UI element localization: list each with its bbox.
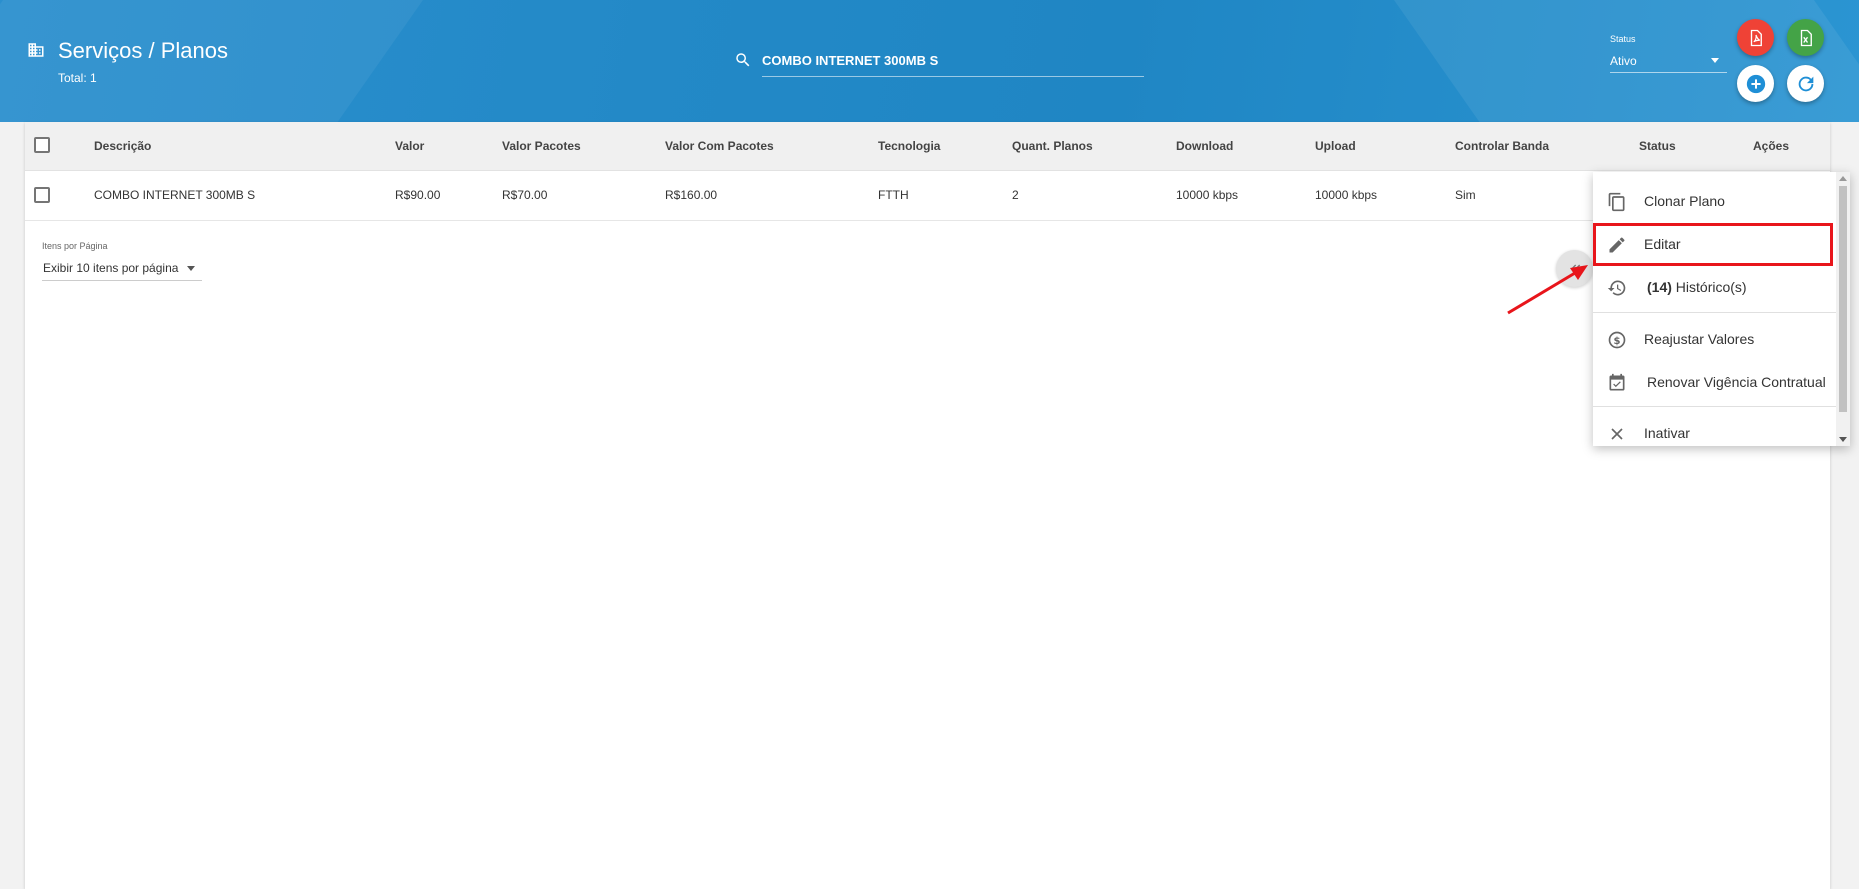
items-per-page-label: Itens por Página [42,241,108,251]
history-text: Histórico(s) [1671,279,1747,295]
add-plan-button[interactable] [1737,65,1774,102]
search-input[interactable] [762,44,1144,77]
dropdown-arrow-icon [1711,58,1719,63]
plans-table-panel: Descrição Valor Valor Pacotes Valor Com … [25,122,1830,889]
menu-clone-plan[interactable]: Clonar Plano [1593,181,1836,221]
calendar-check-icon [1609,373,1625,391]
col-valor-pacotes[interactable]: Valor Pacotes [502,139,581,153]
refresh-icon [1798,76,1813,91]
page-header: Serviços / Planos Total: 1 Status Ativo [0,0,1859,122]
cell-quant-planos: 2 [1012,188,1019,202]
dollar-circle-icon: $ [1608,331,1626,349]
menu-history[interactable]: (14) Histórico(s) [1593,267,1836,307]
scroll-down-icon[interactable] [1839,437,1847,442]
menu-inactivate[interactable]: Inativar [1593,413,1836,446]
cell-valor: R$90.00 [395,188,441,202]
cell-valor-com-pacotes: R$160.00 [665,188,718,202]
history-count: (14) [1647,279,1672,295]
col-descricao[interactable]: Descrição [94,139,151,153]
cell-valor-pacotes: R$70.00 [502,188,548,202]
pdf-icon [1750,29,1762,46]
menu-renew-contract-label: Renovar Vigência Contratual [1647,374,1826,390]
highlight-box [1593,223,1833,266]
row-actions-menu: Clonar Plano Editar (14) Histórico(s) $ … [1593,172,1850,446]
export-excel-button[interactable] [1787,19,1824,56]
menu-adjust-values[interactable]: $ Reajustar Valores [1593,319,1836,359]
cell-upload: 10000 kbps [1315,188,1378,202]
cell-tecnologia: FTTH [878,188,909,202]
copy-icon [1608,192,1625,212]
menu-adjust-values-label: Reajustar Valores [1644,331,1755,347]
page-title: Serviços / Planos [58,38,228,63]
table-header: Descrição Valor Valor Pacotes Valor Com … [25,122,1830,171]
scroll-up-icon[interactable] [1839,176,1847,181]
table-row[interactable]: COMBO INTERNET 300MB S R$90.00 R$70.00 R… [25,171,1830,221]
select-all-checkbox[interactable] [34,137,50,153]
add-circle-icon [1746,74,1765,93]
scroll-thumb[interactable] [1839,186,1847,412]
cell-download: 10000 kbps [1176,188,1239,202]
search-box [734,44,1144,78]
status-underline [1610,72,1727,73]
menu-divider [1593,406,1836,407]
menu-inactivate-label: Inativar [1644,425,1690,441]
export-pdf-button[interactable] [1737,19,1774,56]
col-valor-com-pacotes[interactable]: Valor Com Pacotes [665,139,774,153]
menu-divider [1593,312,1836,313]
annotation-arrow [1507,265,1588,315]
menu-renew-contract[interactable]: Renovar Vigência Contratual [1593,362,1836,402]
excel-icon [1800,29,1812,46]
col-controlar-banda[interactable]: Controlar Banda [1455,139,1549,153]
col-tecnologia[interactable]: Tecnologia [878,139,940,153]
cell-controlar-banda: Sim [1455,188,1476,202]
menu-clone-plan-label: Clonar Plano [1644,193,1725,209]
col-status[interactable]: Status [1639,139,1676,153]
svg-text:$: $ [1614,336,1621,347]
status-select[interactable]: Status Ativo [1610,34,1727,74]
status-value: Ativo [1610,54,1637,68]
menu-history-label: (14) Histórico(s) [1647,279,1747,295]
col-acoes: Ações [1753,139,1790,153]
col-upload[interactable]: Upload [1315,139,1356,153]
status-label: Status [1610,34,1636,44]
col-valor[interactable]: Valor [395,139,424,153]
cell-descricao: COMBO INTERNET 300MB S [94,188,256,202]
close-icon [1611,428,1623,440]
dropdown-arrow-icon [187,266,195,271]
items-per-page-select[interactable]: Exibir 10 itens por página [43,261,178,275]
menu-scrollbar[interactable] [1836,172,1850,446]
refresh-button[interactable] [1787,65,1824,102]
total-count: Total: 1 [58,71,97,85]
items-per-page-underline [42,280,202,281]
col-quant-planos[interactable]: Quant. Planos [1012,139,1093,153]
history-icon [1607,280,1626,296]
header-decoration [1351,0,1859,122]
search-icon [736,53,750,67]
col-download[interactable]: Download [1176,139,1233,153]
row-checkbox[interactable] [34,187,50,203]
building-icon [28,43,44,57]
